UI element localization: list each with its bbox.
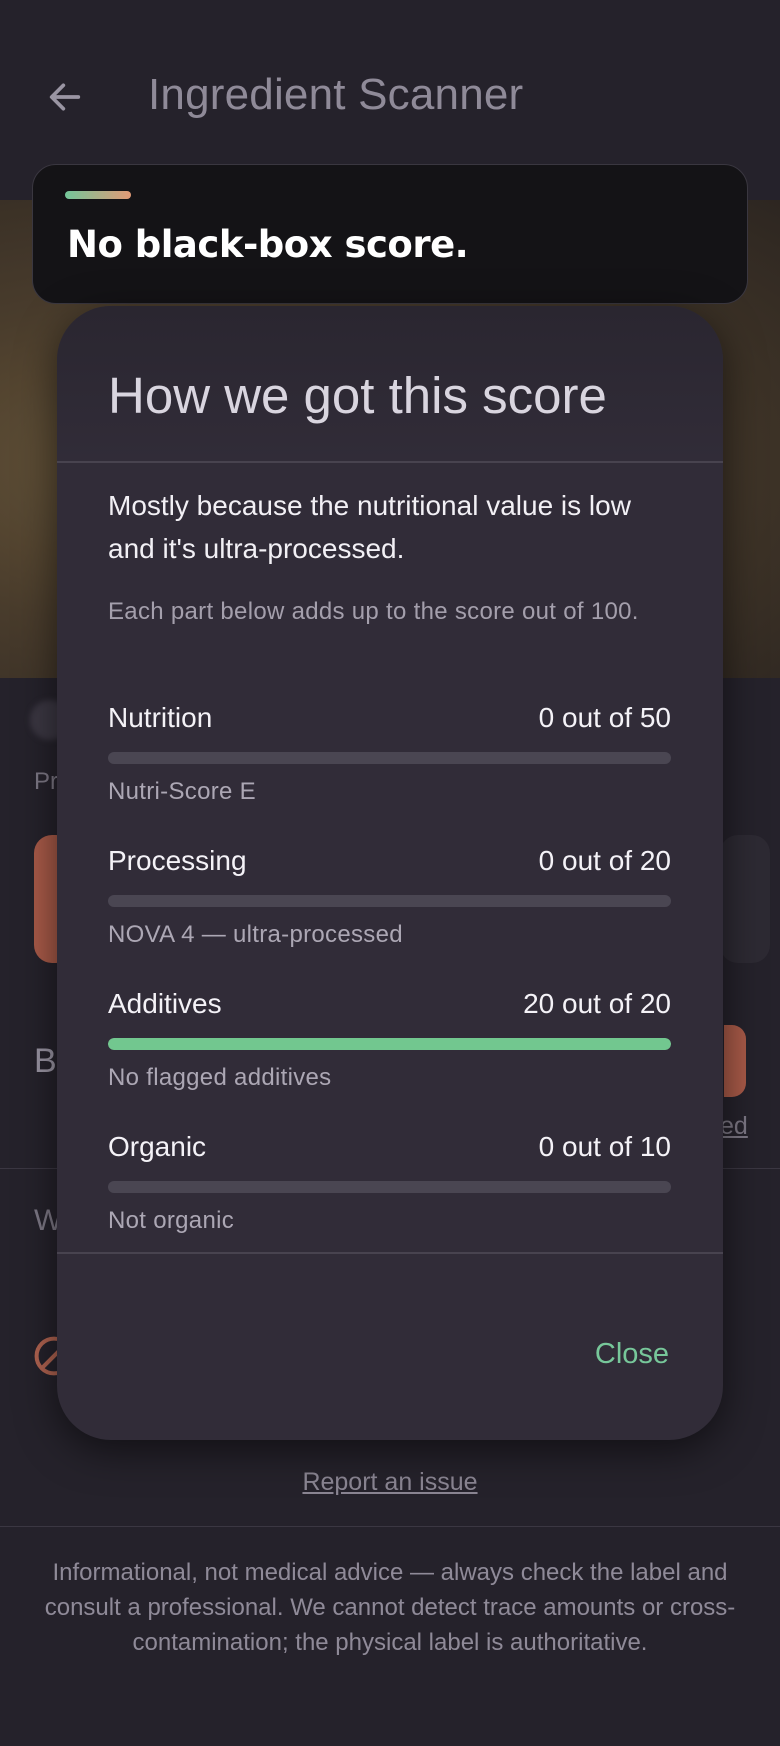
- dialog-footer-divider: [57, 1252, 723, 1254]
- part-label: Processing: [108, 845, 247, 876]
- background-pill-button[interactable]: [724, 1025, 746, 1097]
- dialog-divider: [57, 461, 723, 463]
- progress-bar: [108, 1038, 671, 1050]
- part-note: Nutri-Score E: [108, 778, 256, 805]
- score-part-processing: Processing 0 out of 20 NOVA 4 — ultra-pr…: [108, 845, 671, 949]
- dialog-title: How we got this score: [108, 367, 607, 424]
- accent-bar: [65, 191, 131, 199]
- part-value: 0 out of 50: [538, 702, 671, 733]
- snackbar-message: No black-box score.: [67, 223, 469, 266]
- part-value: 20 out of 20: [523, 988, 671, 1019]
- part-note: No flagged additives: [108, 1064, 332, 1091]
- app-title: Ingredient Scanner: [148, 70, 524, 119]
- back-button[interactable]: [38, 70, 92, 124]
- part-label: Organic: [108, 1131, 207, 1162]
- progress-bar: [108, 895, 671, 907]
- footer-divider: [0, 1526, 780, 1527]
- report-issue-link[interactable]: Report an issue: [0, 1468, 780, 1497]
- part-label: Additives: [108, 988, 222, 1019]
- progress-fill: [108, 1038, 671, 1050]
- background-label: Pr: [34, 768, 58, 795]
- score-summary: Mostly because the nutritional value is …: [108, 490, 631, 564]
- background-card: [720, 835, 770, 963]
- progress-bar: [108, 1181, 671, 1193]
- background-heading: B: [34, 1042, 57, 1080]
- part-note: Not organic: [108, 1207, 235, 1234]
- score-part-organic: Organic 0 out of 10 Not organic: [108, 1131, 671, 1235]
- part-label: Nutrition: [108, 702, 213, 733]
- part-value: 0 out of 20: [538, 845, 671, 876]
- score-part-nutrition: Nutrition 0 out of 50 Nutri-Score E: [108, 702, 671, 806]
- disclaimer-text: Informational, not medical advice — alwa…: [44, 1559, 736, 1656]
- score-part-additives: Additives 20 out of 20 No flagged additi…: [108, 988, 671, 1092]
- snackbar: No black-box score.: [32, 164, 748, 304]
- close-button[interactable]: Close: [557, 1324, 707, 1384]
- part-value: 0 out of 10: [538, 1131, 671, 1162]
- part-note: NOVA 4 — ultra-processed: [108, 921, 403, 948]
- score-breakdown-dialog: How we got this score Mostly because the…: [57, 306, 723, 1440]
- progress-bar: [108, 752, 671, 764]
- score-hint: Each part below adds up to the score out…: [108, 598, 639, 625]
- arrow-left-icon: [49, 83, 81, 111]
- background-link[interactable]: ed: [720, 1112, 748, 1141]
